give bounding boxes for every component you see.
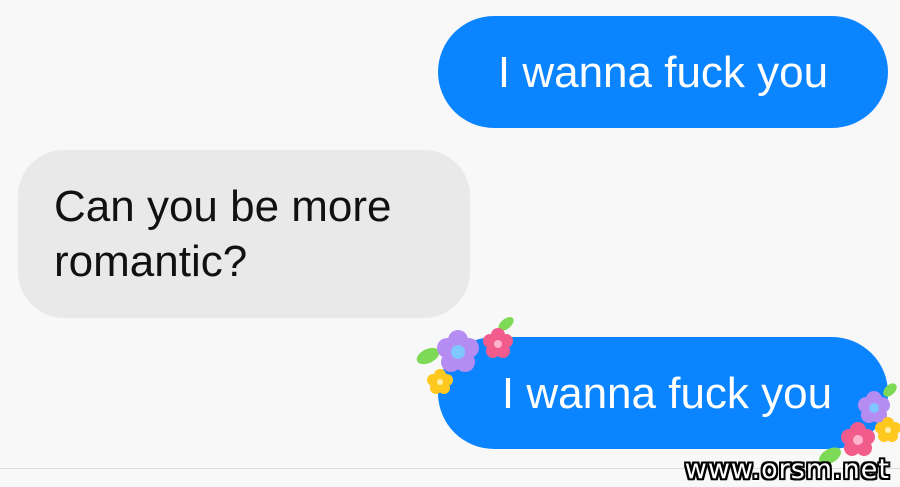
watermark-text: www.orsm.net	[684, 454, 890, 485]
message-text: Can you be more romantic?	[54, 182, 392, 286]
message-text: I wanna fuck you	[501, 368, 833, 418]
outgoing-message-bubble-decorated[interactable]: I wanna fuck you	[438, 337, 888, 449]
incoming-message-bubble[interactable]: Can you be more romantic?	[18, 150, 470, 318]
chat-thread: I wanna fuck you Can you be more romanti…	[0, 0, 900, 487]
message-text: I wanna fuck you	[497, 47, 829, 97]
outgoing-message-bubble[interactable]: I wanna fuck you	[438, 16, 888, 128]
